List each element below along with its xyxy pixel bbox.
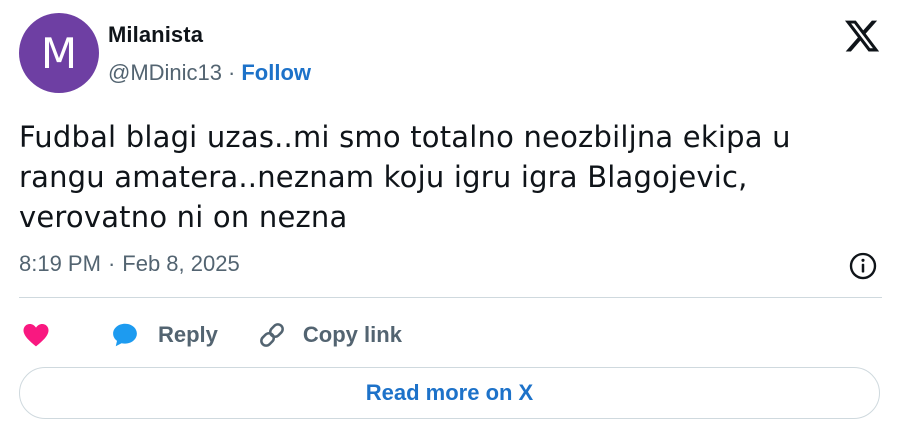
- info-icon[interactable]: [848, 251, 878, 281]
- tweet-line: Fudbal blagi uzas..mi smo totalno neozbi…: [19, 120, 791, 154]
- tweet-line: verovatno ni on nezna: [19, 200, 348, 234]
- timestamp-separator: ·: [107, 251, 116, 276]
- tweet-line: rangu amatera..neznam koju igru igra Bla…: [19, 160, 748, 194]
- read-more-label: Read more on X: [365, 380, 534, 405]
- reply-button[interactable]: Reply: [108, 320, 218, 350]
- action-bar: Reply Copy link: [19, 317, 402, 353]
- tweet-time: 8:19 PM: [19, 251, 101, 276]
- heart-icon: [23, 324, 49, 347]
- like-button[interactable]: [19, 320, 53, 350]
- tweet-date: Feb 8, 2025: [122, 251, 240, 276]
- reply-label: Reply: [158, 322, 218, 347]
- handle-separator: ·: [228, 60, 236, 85]
- author-handle-row: @MDinic13 · Follow: [108, 60, 311, 86]
- read-more-button[interactable]: Read more on X: [19, 367, 880, 419]
- copy-link-button[interactable]: Copy link: [256, 319, 402, 351]
- speech-bubble-icon: [113, 323, 137, 347]
- x-logo-icon[interactable]: [842, 17, 882, 55]
- follow-button[interactable]: Follow: [241, 60, 311, 86]
- avatar[interactable]: M: [19, 13, 99, 93]
- tweet-timestamp[interactable]: 8:19 PM · Feb 8, 2025: [19, 251, 240, 277]
- divider: [19, 297, 882, 298]
- author-handle[interactable]: @MDinic13: [108, 60, 222, 86]
- link-icon: [260, 323, 284, 347]
- author-display-name[interactable]: Milanista: [108, 22, 203, 48]
- copy-link-label: Copy link: [302, 322, 402, 347]
- tweet-text: Fudbal blagi uzas..mi smo totalno neozbi…: [19, 117, 879, 237]
- avatar-letter: M: [40, 28, 78, 78]
